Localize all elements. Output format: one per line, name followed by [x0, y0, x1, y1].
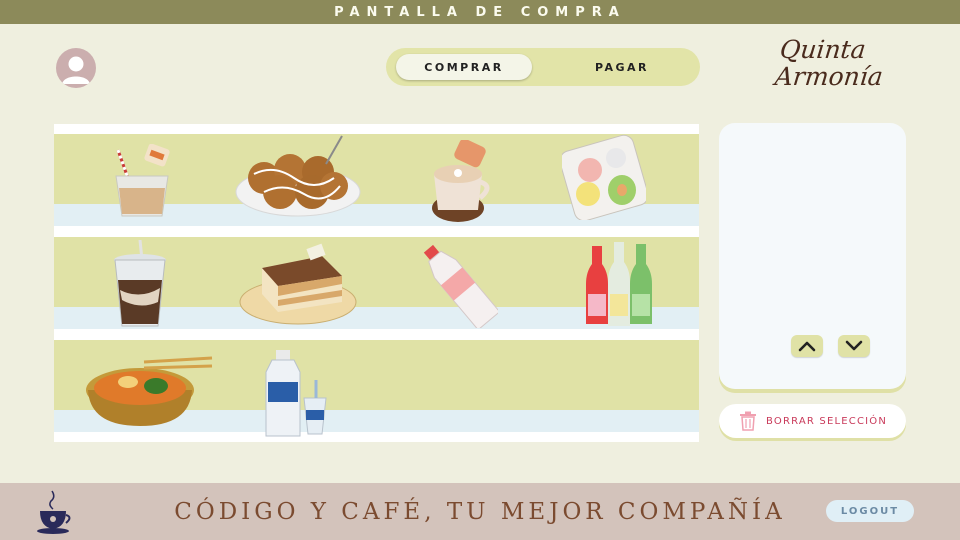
clear-selection-button[interactable]: BORRAR SELECCIÓN: [719, 404, 906, 438]
brand-line-2: Armonía: [773, 62, 885, 91]
coffee-cup-icon[interactable]: [422, 138, 496, 229]
ramune-bottles-icon[interactable]: [584, 240, 654, 333]
brand-logo: Quinta Armonía: [770, 35, 885, 102]
chevron-up-icon[interactable]: [791, 335, 823, 357]
tab-comprar[interactable]: COMPRAR: [396, 54, 532, 80]
brand-line-1: Quinta: [778, 35, 868, 64]
user-avatar-icon[interactable]: [56, 48, 96, 88]
takoyaki-icon[interactable]: [234, 134, 364, 225]
cart-panel: [719, 123, 906, 389]
chevron-down-icon[interactable]: [838, 335, 870, 357]
tab-bar: COMPRAR PAGAR: [386, 48, 700, 86]
iced-coffee-cup-icon[interactable]: [112, 239, 168, 333]
logout-button[interactable]: LOGOUT: [826, 500, 914, 522]
trash-icon: [740, 411, 756, 431]
clear-selection-label: BORRAR SELECCIÓN: [766, 415, 888, 427]
product-shelf: [54, 124, 699, 442]
header-bar: PANTALLA DE COMPRA: [0, 0, 960, 24]
drink-bottle-icon[interactable]: [418, 240, 501, 333]
water-bottle-icon[interactable]: [264, 348, 334, 443]
bento-box-icon[interactable]: [559, 134, 649, 225]
ramen-pot-icon[interactable]: [84, 346, 214, 435]
footer-slogan: CÓDIGO Y CAFÉ, TU MEJOR COMPAÑÍA: [174, 498, 786, 525]
tab-pagar[interactable]: PAGAR: [554, 54, 690, 80]
page-title: PANTALLA DE COMPRA: [334, 4, 626, 20]
footer: CÓDIGO Y CAFÉ, TU MEJOR COMPAÑÍA LOGOUT: [0, 483, 960, 540]
iced-latte-icon[interactable]: [110, 143, 180, 225]
tiramisu-icon[interactable]: [238, 242, 360, 333]
